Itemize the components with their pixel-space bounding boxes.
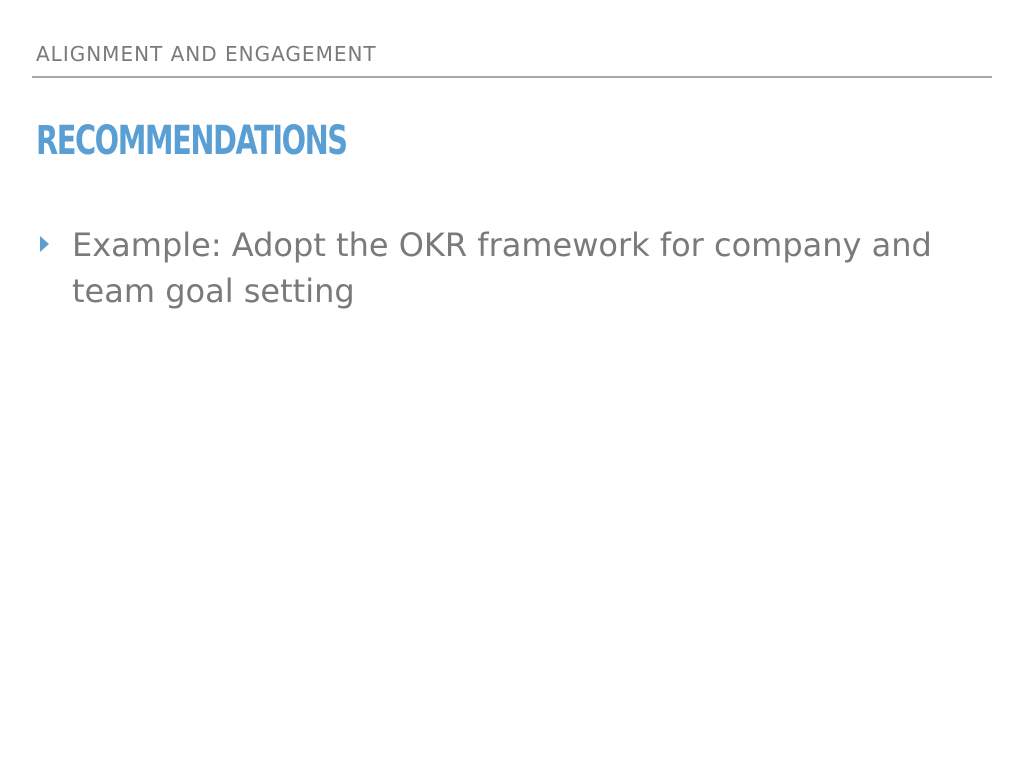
- right-triangle-icon: [40, 236, 49, 252]
- header-divider: [32, 76, 992, 78]
- bullet-list: Example: Adopt the OKR framework for com…: [36, 222, 936, 314]
- slide-title: RECOMMENDATIONS: [36, 118, 348, 164]
- section-header: ALIGNMENT AND ENGAGEMENT: [36, 42, 377, 66]
- bullet-item: Example: Adopt the OKR framework for com…: [36, 222, 936, 314]
- bullet-text: Example: Adopt the OKR framework for com…: [72, 226, 932, 310]
- slide: ALIGNMENT AND ENGAGEMENT RECOMMENDATIONS…: [0, 0, 1024, 768]
